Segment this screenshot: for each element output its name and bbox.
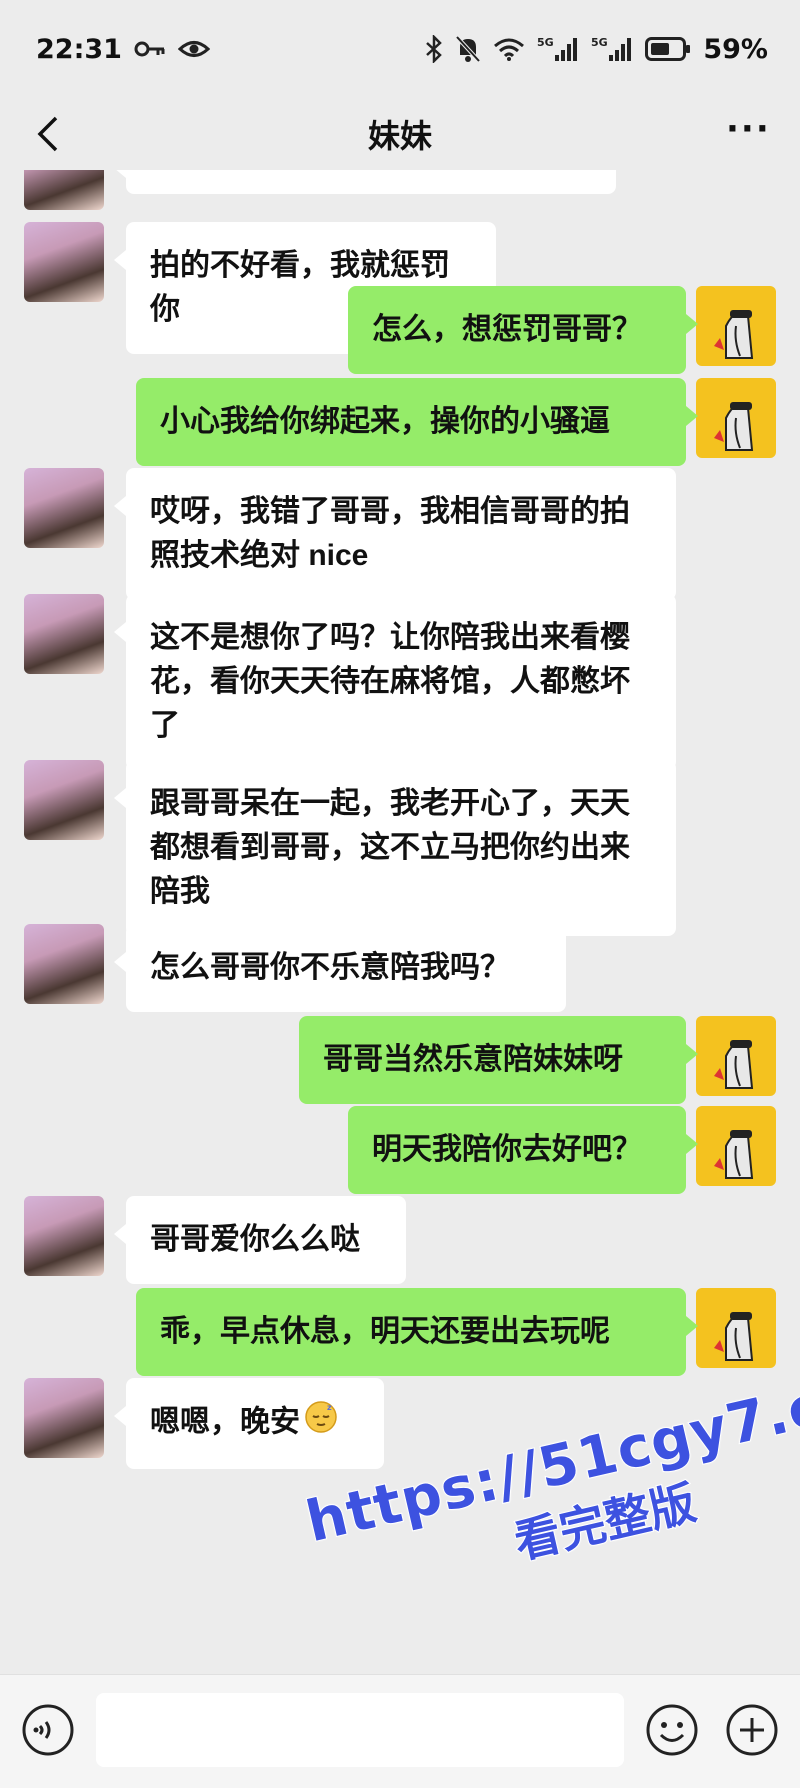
cartoon-avatar-icon [714,402,754,451]
my-avatar[interactable] [696,286,776,366]
contact-avatar[interactable] [24,222,104,302]
message-text: 嗯嗯，晚安 [150,1405,300,1439]
back-icon[interactable] [30,112,70,156]
cartoon-avatar-icon [714,1130,754,1179]
my-avatar[interactable] [696,1288,776,1368]
key-icon [134,41,165,57]
status-bar: 22:31 5G 5G 59% [0,0,800,98]
message-text: 哎呀，我错了哥哥，我相信哥哥的拍照技术绝对 nice [150,495,630,572]
wifi-icon [494,38,525,61]
svg-text:z: z [327,1403,332,1412]
my-avatar[interactable] [696,378,776,458]
message-bubble[interactable]: 怎么，想惩罚哥哥？ [348,286,698,374]
sleepy-face-emoji: z [304,1400,338,1447]
message-text: 哥哥当然乐意陪妹妹呀 [323,1043,623,1076]
message-bubble[interactable]: 哥哥当然乐意陪妹妹呀 [299,1016,698,1104]
cartoon-avatar-icon [714,310,754,359]
message-text: 怎么哥哥你不乐意陪我吗？ [150,951,510,984]
contact-avatar[interactable] [24,594,104,674]
svg-text:5G: 5G [591,36,608,49]
svg-text:5G: 5G [537,36,554,49]
message-text: 乖，早点休息，明天还要出去玩呢 [160,1315,610,1348]
my-avatar[interactable] [696,1016,776,1096]
message-text: 小心我给你绑起来，操你的小骚逼 [160,405,610,438]
message-bubble[interactable]: 小心我给你绑起来，操你的小骚逼 [136,378,698,466]
message-text: 这不是想你了吗？让你陪我出来看樱花，看你天天待在麻将馆，人都憋坏了 [150,621,630,742]
signal-5g-icon: 5G [537,36,578,61]
battery-percent: 59% [703,33,768,65]
message-bubble[interactable]: 跟哥哥呆在一起，我老开心了，天天都想看到哥哥，这不立马把你约出来陪我 [114,760,676,936]
signal-5g-icon: 5G [591,36,632,61]
message-text: 明天我陪你去好吧？ [372,1133,642,1166]
message-text: 怎么，想惩罚哥哥？ [372,313,642,346]
message-text: 哥哥爱你么么哒 [150,1223,360,1256]
bluetooth-icon [426,35,443,63]
chat-title: 妹妹 [367,117,432,155]
message-bubble[interactable]: 哥哥爱你么么哒 [114,1196,406,1284]
contact-avatar[interactable] [24,1196,104,1276]
my-avatar[interactable] [696,1106,776,1186]
more-icon[interactable]: ··· [726,112,770,154]
plus-icon[interactable] [724,1702,780,1758]
message-text: 跟哥哥呆在一起，我老开心了，天天都想看到哥哥，这不立马把你约出来陪我 [150,787,630,908]
status-time: 22:31 [36,33,122,65]
cartoon-avatar-icon [714,1312,754,1361]
mute-bell-icon [455,35,481,63]
emoji-icon[interactable] [644,1702,700,1758]
message-bubble[interactable]: 嗯嗯，晚安 z [114,1378,384,1469]
battery-icon [645,37,691,61]
avatar[interactable] [24,170,104,210]
contact-avatar[interactable] [24,1378,104,1458]
contact-avatar[interactable] [24,468,104,548]
cartoon-avatar-icon [714,1040,754,1089]
message-bubble[interactable]: 怎么哥哥你不乐意陪我吗？ [114,924,566,1012]
eye-icon [177,41,210,57]
message-bubble[interactable]: 哎呀，我错了哥哥，我相信哥哥的拍照技术绝对 nice [114,468,676,600]
message-bubble[interactable]: 这不是想你了吗？让你陪我出来看樱花，看你天天待在麻将馆，人都憋坏了 [114,594,676,770]
message-bubble[interactable]: 明天我陪你去好吧？ [348,1106,698,1194]
chat-header: 妹妹 ··· [0,98,800,170]
contact-avatar[interactable] [24,760,104,840]
voice-icon[interactable] [20,1702,76,1758]
message-bubble [114,170,616,194]
message-bubble[interactable]: 乖，早点休息，明天还要出去玩呢 [136,1288,698,1376]
contact-avatar[interactable] [24,924,104,1004]
